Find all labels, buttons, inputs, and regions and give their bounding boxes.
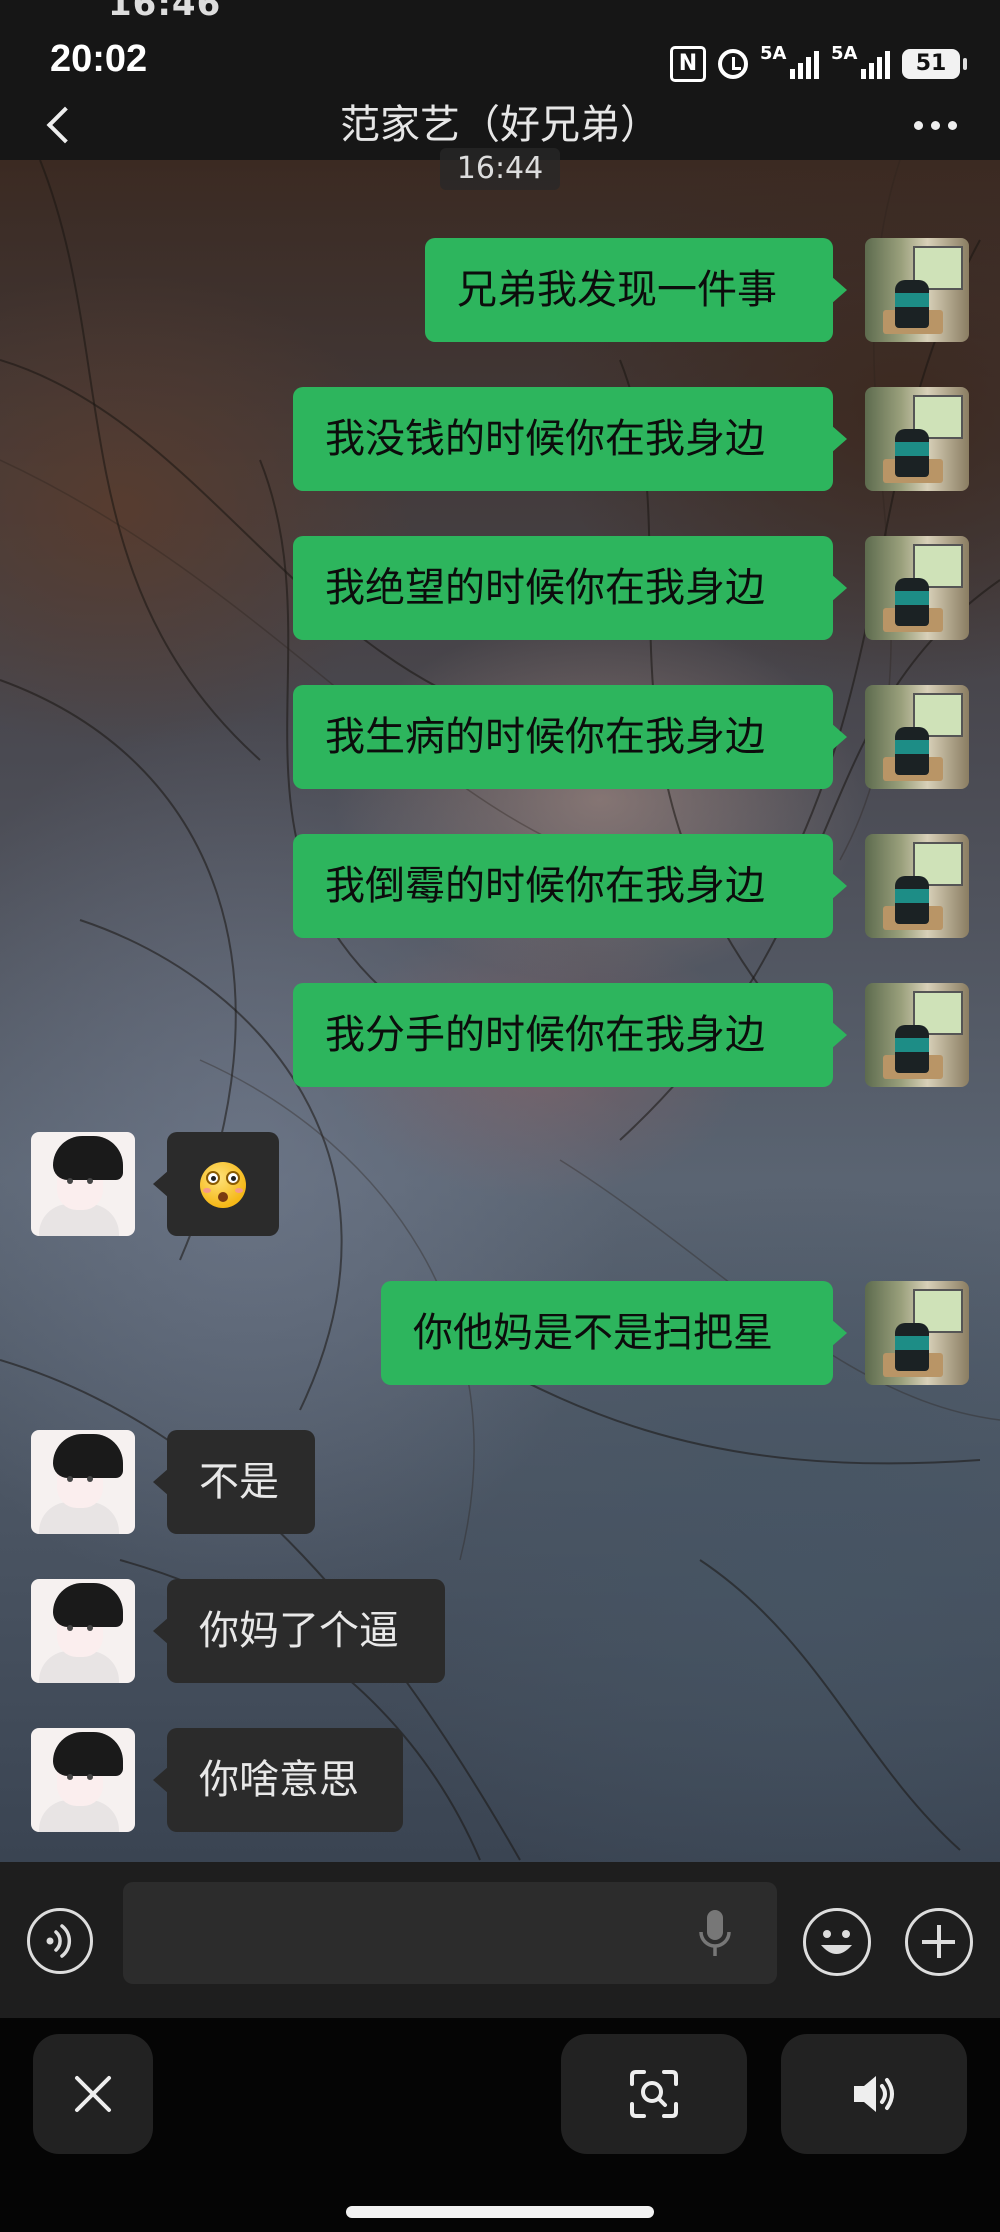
message-text: 我生病的时候你在我身边: [325, 714, 765, 760]
my-avatar[interactable]: [865, 1281, 969, 1385]
overlay-status-time: 16:46: [108, 0, 222, 24]
message-row: 兄弟我发现一件事: [0, 238, 1000, 342]
friend-avatar[interactable]: [31, 1132, 135, 1236]
message-text: 你他妈是不是扫把星: [413, 1310, 773, 1356]
message-row: 我没钱的时候你在我身边: [0, 387, 1000, 491]
signal-icon: 5A: [831, 43, 890, 79]
message-bubble[interactable]: 我生病的时候你在我身边: [293, 685, 847, 789]
home-indicator[interactable]: [346, 2206, 654, 2218]
chevron-left-icon: [46, 106, 84, 144]
my-avatar[interactable]: [865, 387, 969, 491]
my-avatar[interactable]: [865, 834, 969, 938]
my-avatar[interactable]: [865, 536, 969, 640]
close-icon: [75, 2076, 111, 2112]
message-row: 我分手的时候你在我身边: [0, 983, 1000, 1087]
friend-avatar[interactable]: [31, 1430, 135, 1534]
status-time: 20:02: [50, 38, 148, 80]
signal-icon: 5A: [760, 43, 819, 79]
my-avatar[interactable]: [865, 685, 969, 789]
message-bubble[interactable]: 不是: [153, 1430, 315, 1534]
my-avatar[interactable]: [865, 983, 969, 1087]
status-bar: 16:46 20:02 N 5A 5A 51: [0, 0, 1000, 90]
input-bar: [0, 1862, 1000, 2018]
message-row: [0, 1132, 1000, 1236]
my-avatar[interactable]: [865, 238, 969, 342]
speaker-icon: [854, 2076, 894, 2112]
message-bubble[interactable]: 我没钱的时候你在我身边: [293, 387, 847, 491]
message-bubble[interactable]: [153, 1132, 279, 1236]
close-button[interactable]: [33, 2034, 153, 2154]
friend-avatar[interactable]: [31, 1728, 135, 1832]
more-functions-button[interactable]: [905, 1908, 973, 1976]
voice-input-button[interactable]: [27, 1908, 93, 1974]
bottom-tray: [0, 2018, 1000, 2232]
message-bubble[interactable]: 你妈了个逼: [153, 1579, 445, 1683]
battery-icon: 51: [902, 49, 967, 79]
scan-button[interactable]: [561, 2034, 747, 2154]
message-row: 你啥意思: [0, 1728, 1000, 1832]
microphone-button[interactable]: [695, 1904, 735, 1964]
message-row: 你妈了个逼: [0, 1579, 1000, 1683]
message-text: 我绝望的时候你在我身边: [325, 565, 765, 611]
status-icons: N 5A 5A 51: [670, 43, 967, 84]
message-bubble[interactable]: 你啥意思: [153, 1728, 403, 1832]
message-row: 我绝望的时候你在我身边: [0, 536, 1000, 640]
message-row: 你他妈是不是扫把星: [0, 1281, 1000, 1385]
message-text: 我分手的时候你在我身边: [325, 1012, 765, 1058]
message-input[interactable]: [123, 1882, 777, 1984]
message-text: 我倒霉的时候你在我身边: [325, 863, 765, 909]
nfc-icon: N: [670, 46, 706, 82]
message-bubble[interactable]: 我倒霉的时候你在我身边: [293, 834, 847, 938]
flushed-face-emoji-icon: [200, 1162, 246, 1208]
message-text: 你妈了个逼: [199, 1608, 399, 1654]
scan-search-icon: [630, 2070, 678, 2118]
voice-input-icon: [46, 1924, 72, 1958]
message-text: 我没钱的时候你在我身边: [325, 416, 765, 462]
speaker-button[interactable]: [781, 2034, 967, 2154]
message-row: 我倒霉的时候你在我身边: [0, 834, 1000, 938]
smiley-icon: [821, 1930, 852, 1954]
network-label: 5A: [760, 43, 787, 64]
friend-avatar[interactable]: [31, 1579, 135, 1683]
network-label: 5A: [831, 43, 858, 64]
message-bubble[interactable]: 我绝望的时候你在我身边: [293, 536, 847, 640]
more-options-button[interactable]: [900, 90, 970, 160]
message-text: 不是: [199, 1459, 279, 1505]
message-bubble[interactable]: 兄弟我发现一件事: [425, 238, 847, 342]
message-timestamp: 16:44: [440, 148, 560, 190]
microphone-icon: [699, 1910, 731, 1956]
alarm-icon: [718, 49, 748, 79]
message-row: 不是: [0, 1430, 1000, 1534]
message-row: 我生病的时候你在我身边: [0, 685, 1000, 789]
message-bubble[interactable]: 我分手的时候你在我身边: [293, 983, 847, 1087]
emoji-button[interactable]: [803, 1908, 871, 1976]
message-text: 兄弟我发现一件事: [457, 267, 777, 313]
message-text: 你啥意思: [199, 1757, 359, 1803]
back-button[interactable]: [30, 90, 90, 160]
message-bubble[interactable]: 你他妈是不是扫把星: [381, 1281, 847, 1385]
more-dots-icon: [913, 120, 923, 130]
